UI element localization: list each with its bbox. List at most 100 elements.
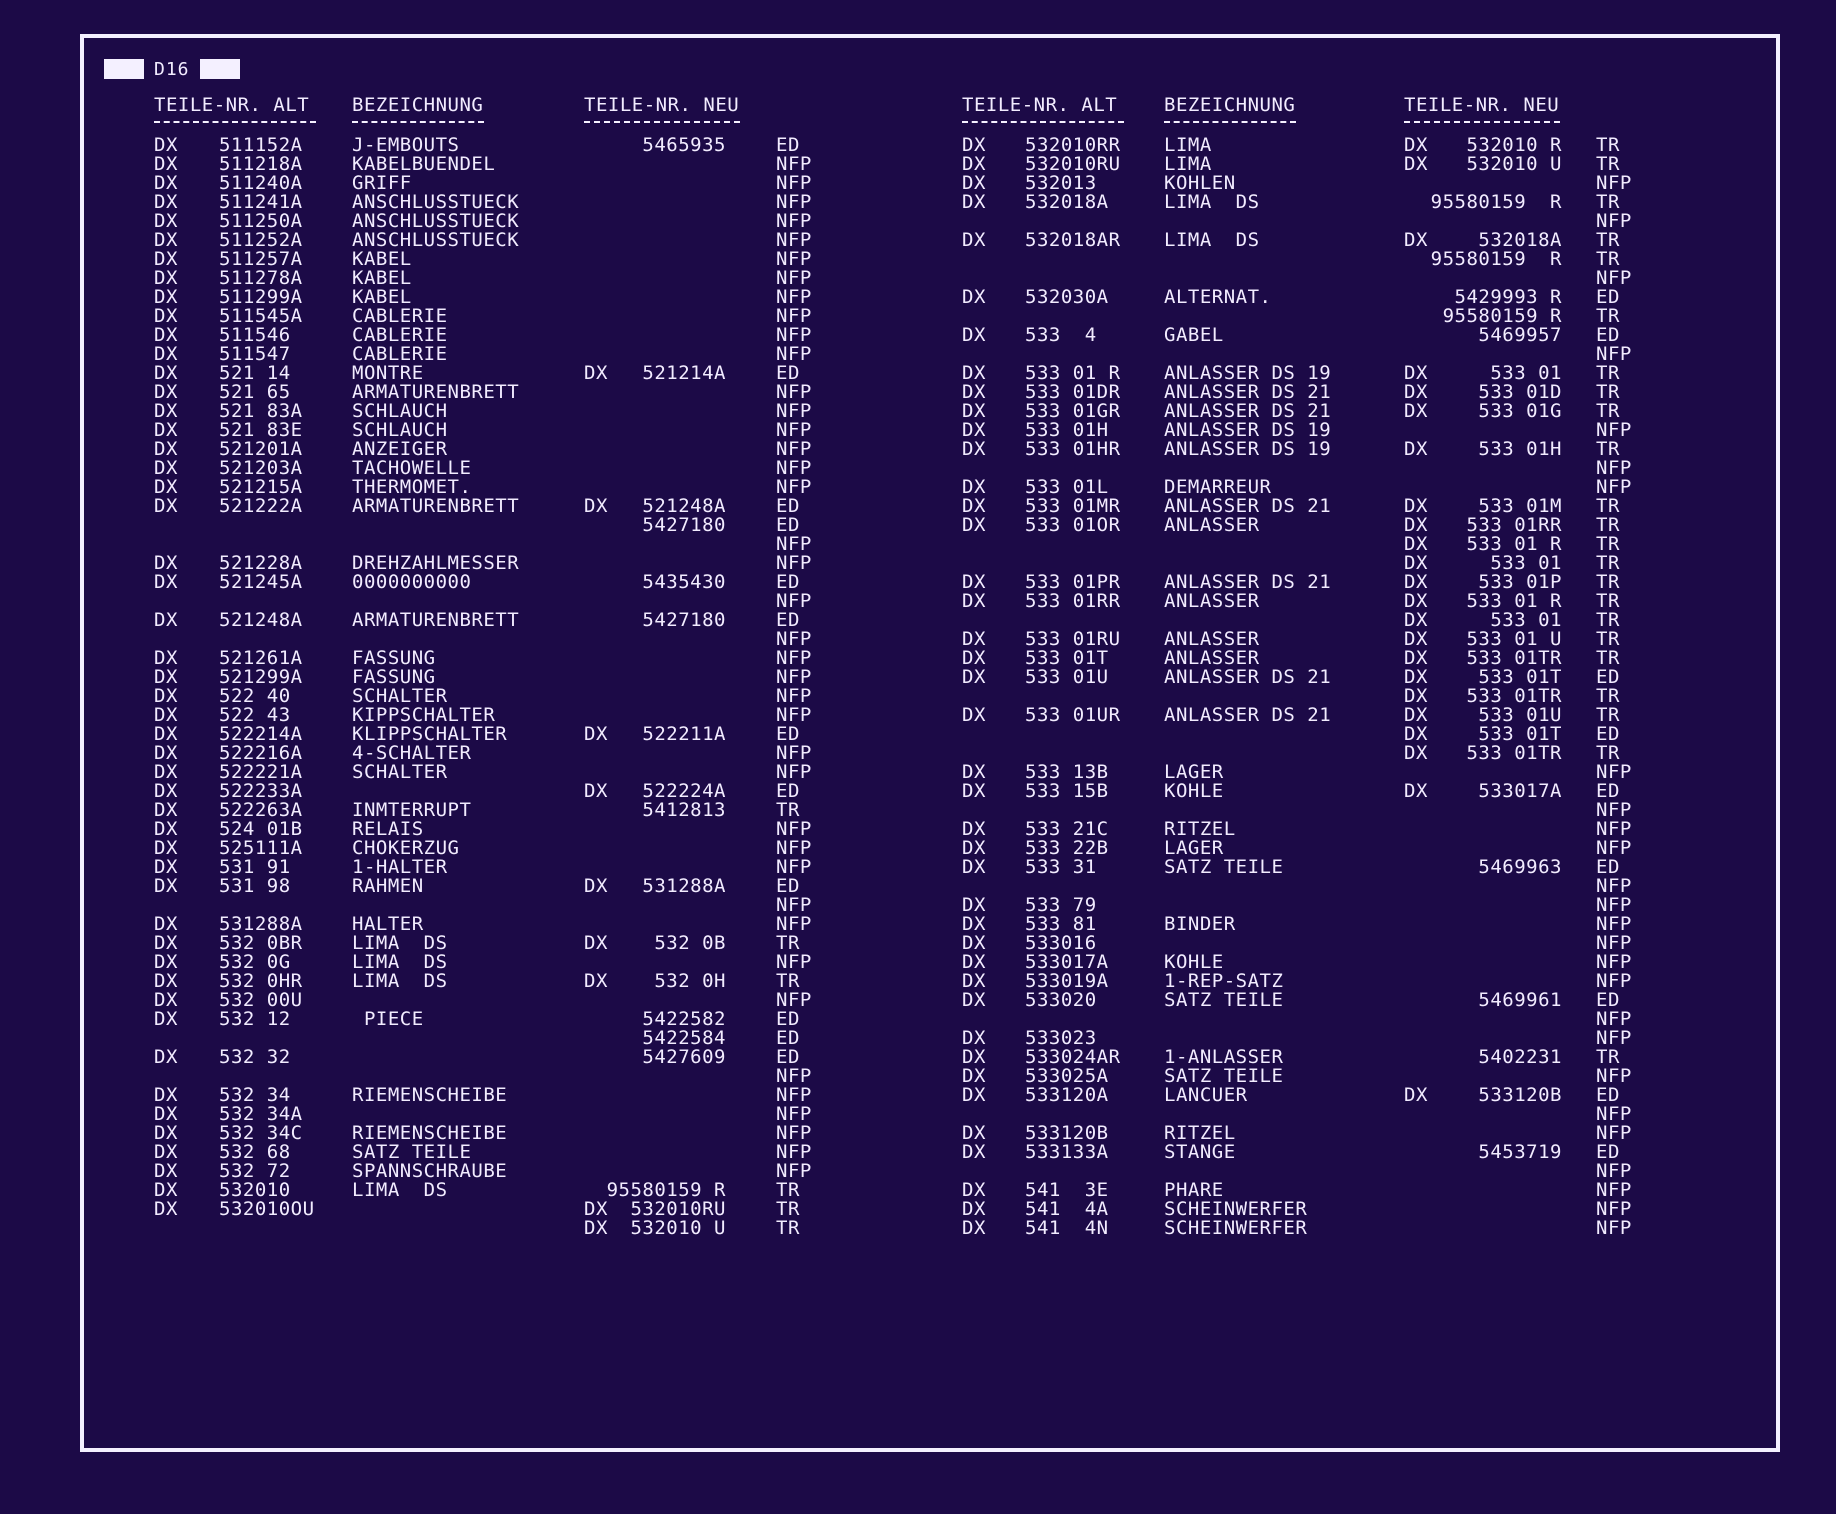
left-row-46-alt: 532 12 xyxy=(219,1008,291,1030)
right-row-3-bez: LIMA DS xyxy=(1164,191,1260,213)
right-row-24-prefix: DX xyxy=(962,590,986,612)
right-row-1-neu: 532010 U xyxy=(1466,153,1562,175)
left-row-31-neu: 522211A xyxy=(642,723,726,745)
left-row-46-bez: PIECE xyxy=(352,1008,424,1030)
right-row-45-bez: SATZ TEILE xyxy=(1164,989,1284,1011)
left-row-12-neu: 521214A xyxy=(642,362,726,384)
right-row-8-alt: 532030A xyxy=(1025,286,1109,308)
left-row-50-bez: RIEMENSCHEIBE xyxy=(352,1084,508,1106)
right-row-28-alt: 533 01U xyxy=(1025,666,1109,688)
left-row-57-code: TR xyxy=(776,1217,800,1239)
right-row-28-prefix: DX xyxy=(962,666,986,688)
right-header-alt: TEILE-NR. ALT xyxy=(962,94,1118,116)
left-header-bez: BEZEICHNUNG xyxy=(352,94,484,116)
left-row-23-neu: 5435430 xyxy=(642,571,726,593)
left-header-alt: TEILE-NR. ALT xyxy=(154,94,310,116)
right-row-10-bez: GABEL xyxy=(1164,324,1224,346)
right-row-57-bez: SCHEINWERFER xyxy=(1164,1217,1308,1239)
right-row-5-bez: LIMA DS xyxy=(1164,229,1260,251)
right-row-6-neu: 95580159 R xyxy=(1430,248,1562,270)
left-row-35-neu: 5412813 xyxy=(642,799,726,821)
right-row-50-neu-prefix: DX xyxy=(1404,1084,1428,1106)
right-row-8-bez: ALTERNAT. xyxy=(1164,286,1272,308)
left-row-39-neu-prefix: DX xyxy=(584,875,608,897)
right-row-38-alt: 533 31 xyxy=(1025,856,1097,878)
right-rule-bez xyxy=(1164,121,1296,123)
right-row-53-prefix: DX xyxy=(962,1141,986,1163)
left-row-39-bez: RAHMEN xyxy=(352,875,424,897)
left-row-46-prefix: DX xyxy=(154,1008,178,1030)
right-row-34-bez: KOHLE xyxy=(1164,780,1224,802)
right-row-45-alt: 533020 xyxy=(1025,989,1097,1011)
right-header-bez: BEZEICHNUNG xyxy=(1164,94,1296,116)
left-row-44-neu: 532 0H xyxy=(654,970,726,992)
right-row-50-bez: LANCUER xyxy=(1164,1084,1248,1106)
left-row-20-neu: 5427180 xyxy=(642,514,726,536)
right-row-34-neu: 533017A xyxy=(1478,780,1562,802)
left-header-neu: TEILE-NR. NEU xyxy=(584,94,740,116)
right-row-41-bez: BINDER xyxy=(1164,913,1236,935)
left-rule-alt xyxy=(154,121,316,123)
right-row-50-alt: 533120A xyxy=(1025,1084,1109,1106)
right-row-53-neu: 5453719 xyxy=(1478,1141,1562,1163)
right-row-32-neu-prefix: DX xyxy=(1404,742,1428,764)
right-row-50-prefix: DX xyxy=(962,1084,986,1106)
right-row-16-neu: 533 01H xyxy=(1478,438,1562,460)
left-row-57-neu: 532010 U xyxy=(630,1217,726,1239)
right-row-10-prefix: DX xyxy=(962,324,986,346)
left-rule-bez xyxy=(352,121,484,123)
right-row-5-alt: 532018AR xyxy=(1025,229,1121,251)
right-rule-alt xyxy=(962,121,1124,123)
right-row-34-neu-prefix: DX xyxy=(1404,780,1428,802)
header-marker-left xyxy=(104,59,144,79)
right-row-10-alt: 533 4 xyxy=(1025,324,1097,346)
right-row-48-neu: 5402231 xyxy=(1478,1046,1562,1068)
right-row-14-neu-prefix: DX xyxy=(1404,400,1428,422)
right-row-16-alt: 533 01HR xyxy=(1025,438,1121,460)
right-row-1-neu-prefix: DX xyxy=(1404,153,1428,175)
right-row-34-alt: 533 15B xyxy=(1025,780,1109,802)
right-row-38-bez: SATZ TEILE xyxy=(1164,856,1284,878)
left-row-57-neu-prefix: DX xyxy=(584,1217,608,1239)
right-rule-neu xyxy=(1404,121,1560,123)
right-row-32-neu: 533 01TR xyxy=(1466,742,1562,764)
header-marker-right xyxy=(199,59,240,79)
right-row-38-prefix: DX xyxy=(962,856,986,878)
left-row-39-alt: 531 98 xyxy=(219,875,291,897)
left-row-48-alt: 532 32 xyxy=(219,1046,291,1068)
right-row-10-neu: 5469957 xyxy=(1478,324,1562,346)
left-row-42-neu-prefix: DX xyxy=(584,932,608,954)
microfiche-page: D16 TEILE-NR. ALT BEZEICHNUNG TEILE-NR. … xyxy=(0,0,1836,1514)
left-row-44-neu-prefix: DX xyxy=(584,970,608,992)
left-row-23-prefix: DX xyxy=(154,571,178,593)
right-row-20-alt: 533 01OR xyxy=(1025,514,1121,536)
left-row-0-neu: 5465935 xyxy=(642,134,726,156)
right-row-16-prefix: DX xyxy=(962,438,986,460)
right-row-57-alt: 541 4N xyxy=(1025,1217,1109,1239)
right-row-20-prefix: DX xyxy=(962,514,986,536)
left-row-39-prefix: DX xyxy=(154,875,178,897)
left-row-48-neu: 5427609 xyxy=(642,1046,726,1068)
left-row-48-prefix: DX xyxy=(154,1046,178,1068)
right-row-50-neu: 533120B xyxy=(1478,1084,1562,1106)
right-row-5-prefix: DX xyxy=(962,229,986,251)
left-row-33-bez: SCHALTER xyxy=(352,761,448,783)
left-row-34-neu-prefix: DX xyxy=(584,780,608,802)
sheet-code: D16 xyxy=(154,58,190,80)
right-row-38-neu: 5469963 xyxy=(1478,856,1562,878)
right-row-3-prefix: DX xyxy=(962,191,986,213)
right-row-30-bez: ANLASSER DS 21 xyxy=(1164,704,1332,726)
right-row-28-bez: ANLASSER DS 21 xyxy=(1164,666,1332,688)
right-row-30-prefix: DX xyxy=(962,704,986,726)
left-row-19-neu-prefix: DX xyxy=(584,495,608,517)
right-row-3-alt: 532018A xyxy=(1025,191,1109,213)
left-row-25-neu: 5427180 xyxy=(642,609,726,631)
right-row-16-bez: ANLASSER DS 19 xyxy=(1164,438,1332,460)
left-row-44-bez: LIMA DS xyxy=(352,970,448,992)
right-row-45-neu: 5469961 xyxy=(1478,989,1562,1011)
left-row-42-neu: 532 0B xyxy=(654,932,726,954)
left-row-12-neu-prefix: DX xyxy=(584,362,608,384)
left-rule-neu xyxy=(584,121,740,123)
right-row-45-prefix: DX xyxy=(962,989,986,1011)
left-row-25-bez: ARMATURENBRETT xyxy=(352,609,520,631)
